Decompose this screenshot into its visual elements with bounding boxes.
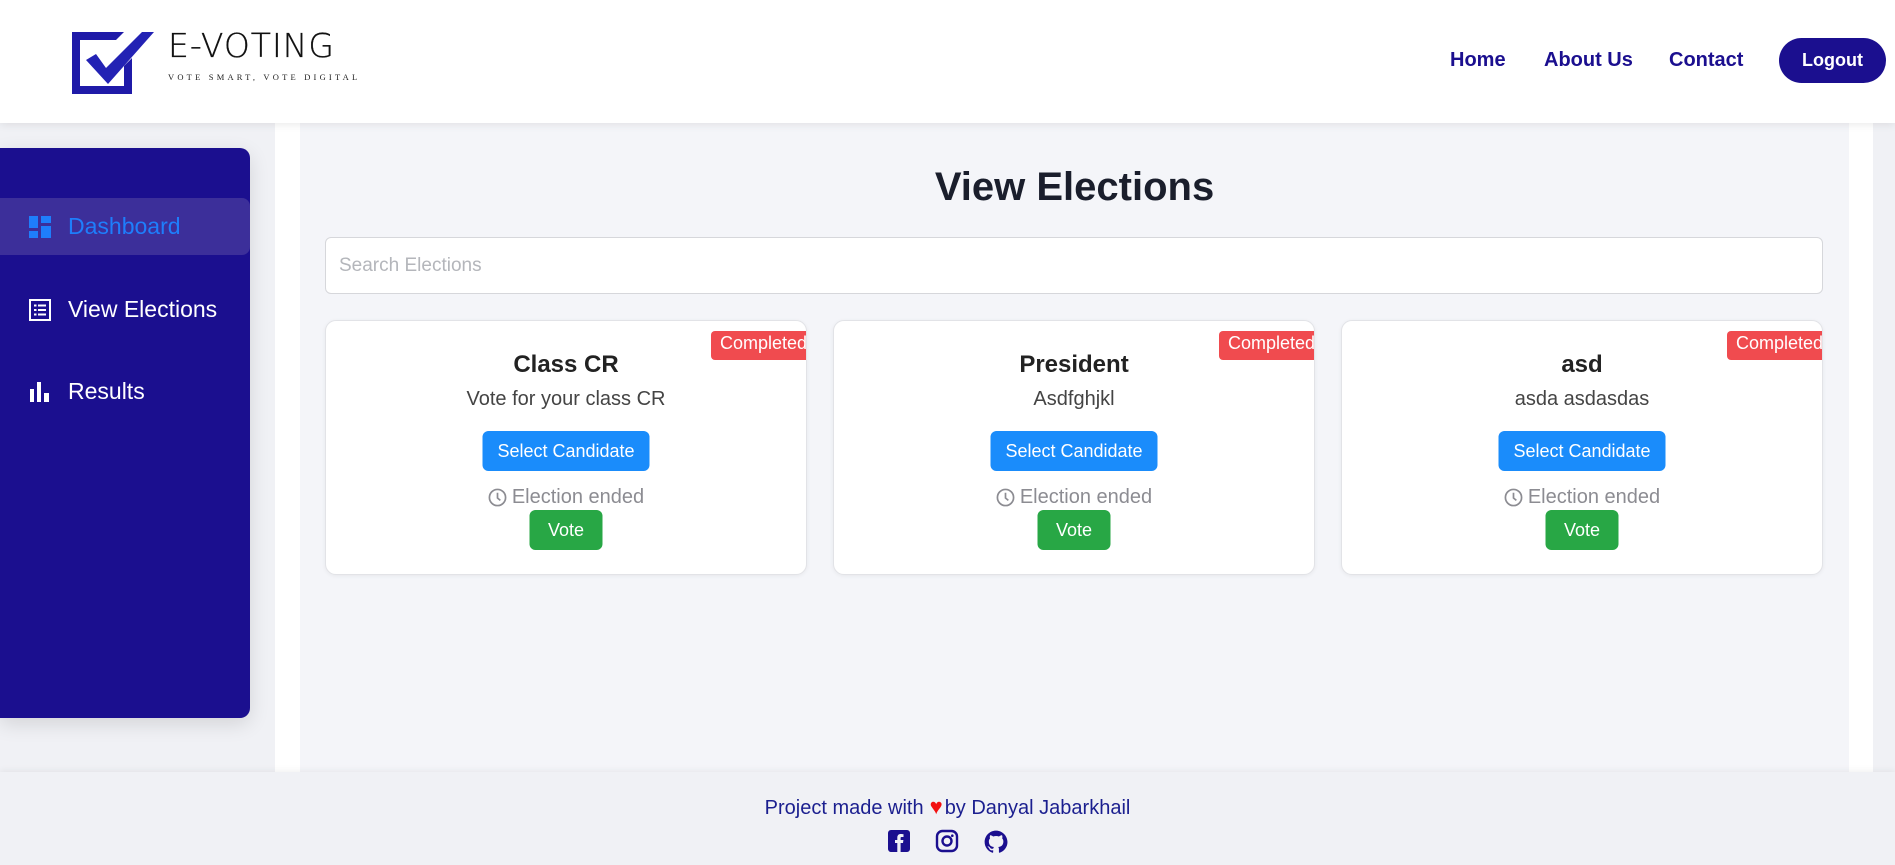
time-status-text: Election ended [511, 486, 645, 508]
dashboard-icon [28, 215, 52, 239]
select-candidate-button[interactable]: Select Candidate [482, 431, 650, 471]
election-time-status: Election ended [326, 486, 806, 509]
instagram-icon[interactable] [935, 829, 961, 855]
logo-text: E-VOTING VOTE SMART, VOTE DIGITAL [168, 26, 368, 82]
sidebar-item-label: Dashboard [68, 213, 181, 239]
main-wrapper: View Elections Completed Class CR Vote f… [275, 123, 1873, 772]
time-status-text: Election ended [1527, 486, 1661, 508]
footer: Project made with ♥ by Danyal Jabarkhail [0, 772, 1895, 865]
election-description: Asdfghjkl [1033, 388, 1115, 410]
election-card: Completed Class CR Vote for your class C… [325, 320, 807, 575]
clock-icon [488, 488, 507, 507]
heart-icon: ♥ [929, 794, 943, 819]
sidebar-item-view-elections[interactable]: View Elections [0, 281, 250, 338]
footer-text-before: Project made with [764, 797, 924, 819]
sidebar-item-results[interactable]: Results [0, 363, 250, 420]
select-candidate-button[interactable]: Select Candidate [1498, 431, 1666, 471]
logout-button[interactable]: Logout [1779, 38, 1886, 83]
sidebar-item-label: View Elections [68, 296, 218, 322]
election-description: asda asdasdas [1514, 388, 1650, 410]
social-links [0, 829, 1895, 855]
vote-button[interactable]: Vote [1037, 510, 1111, 550]
sidebar-item-dashboard[interactable]: Dashboard [0, 198, 250, 255]
election-title: Class CR [513, 351, 619, 378]
election-card: Completed asd asda asdasdas Select Candi… [1341, 320, 1823, 575]
bar-chart-icon [28, 380, 52, 404]
checkbox-logo-icon [72, 32, 154, 94]
footer-text-after: by Danyal Jabarkhail [944, 797, 1131, 819]
logo-tagline: VOTE SMART, VOTE DIGITAL [168, 72, 361, 82]
election-description: Vote for your class CR [466, 388, 666, 410]
election-time-status: Election ended [1342, 486, 1822, 509]
page-title: View Elections [934, 165, 1215, 209]
select-candidate-button[interactable]: Select Candidate [990, 431, 1158, 471]
vote-button[interactable]: Vote [1545, 510, 1619, 550]
sidebar: Dashboard View Elections Results [0, 148, 250, 718]
search-input[interactable] [325, 237, 1823, 294]
time-status-text: Election ended [1019, 486, 1153, 508]
election-title: asd [1561, 351, 1603, 378]
logo-title: E-VOTING [168, 26, 335, 65]
election-card: Completed President Asdfghjkl Select Can… [833, 320, 1315, 575]
clock-icon [1504, 488, 1523, 507]
github-icon[interactable] [983, 829, 1009, 855]
election-time-status: Election ended [834, 486, 1314, 509]
clock-icon [996, 488, 1015, 507]
election-title: President [1019, 351, 1129, 378]
footer-credit: Project made with ♥ by Danyal Jabarkhail [0, 794, 1895, 820]
facebook-icon[interactable] [887, 829, 913, 855]
main-content: View Elections Completed Class CR Vote f… [300, 123, 1849, 772]
vote-button[interactable]: Vote [529, 510, 603, 550]
sidebar-item-label: Results [68, 378, 145, 404]
logo[interactable]: E-VOTING VOTE SMART, VOTE DIGITAL [66, 26, 357, 96]
top-header: E-VOTING VOTE SMART, VOTE DIGITAL Home A… [0, 0, 1895, 123]
list-icon [28, 298, 52, 322]
